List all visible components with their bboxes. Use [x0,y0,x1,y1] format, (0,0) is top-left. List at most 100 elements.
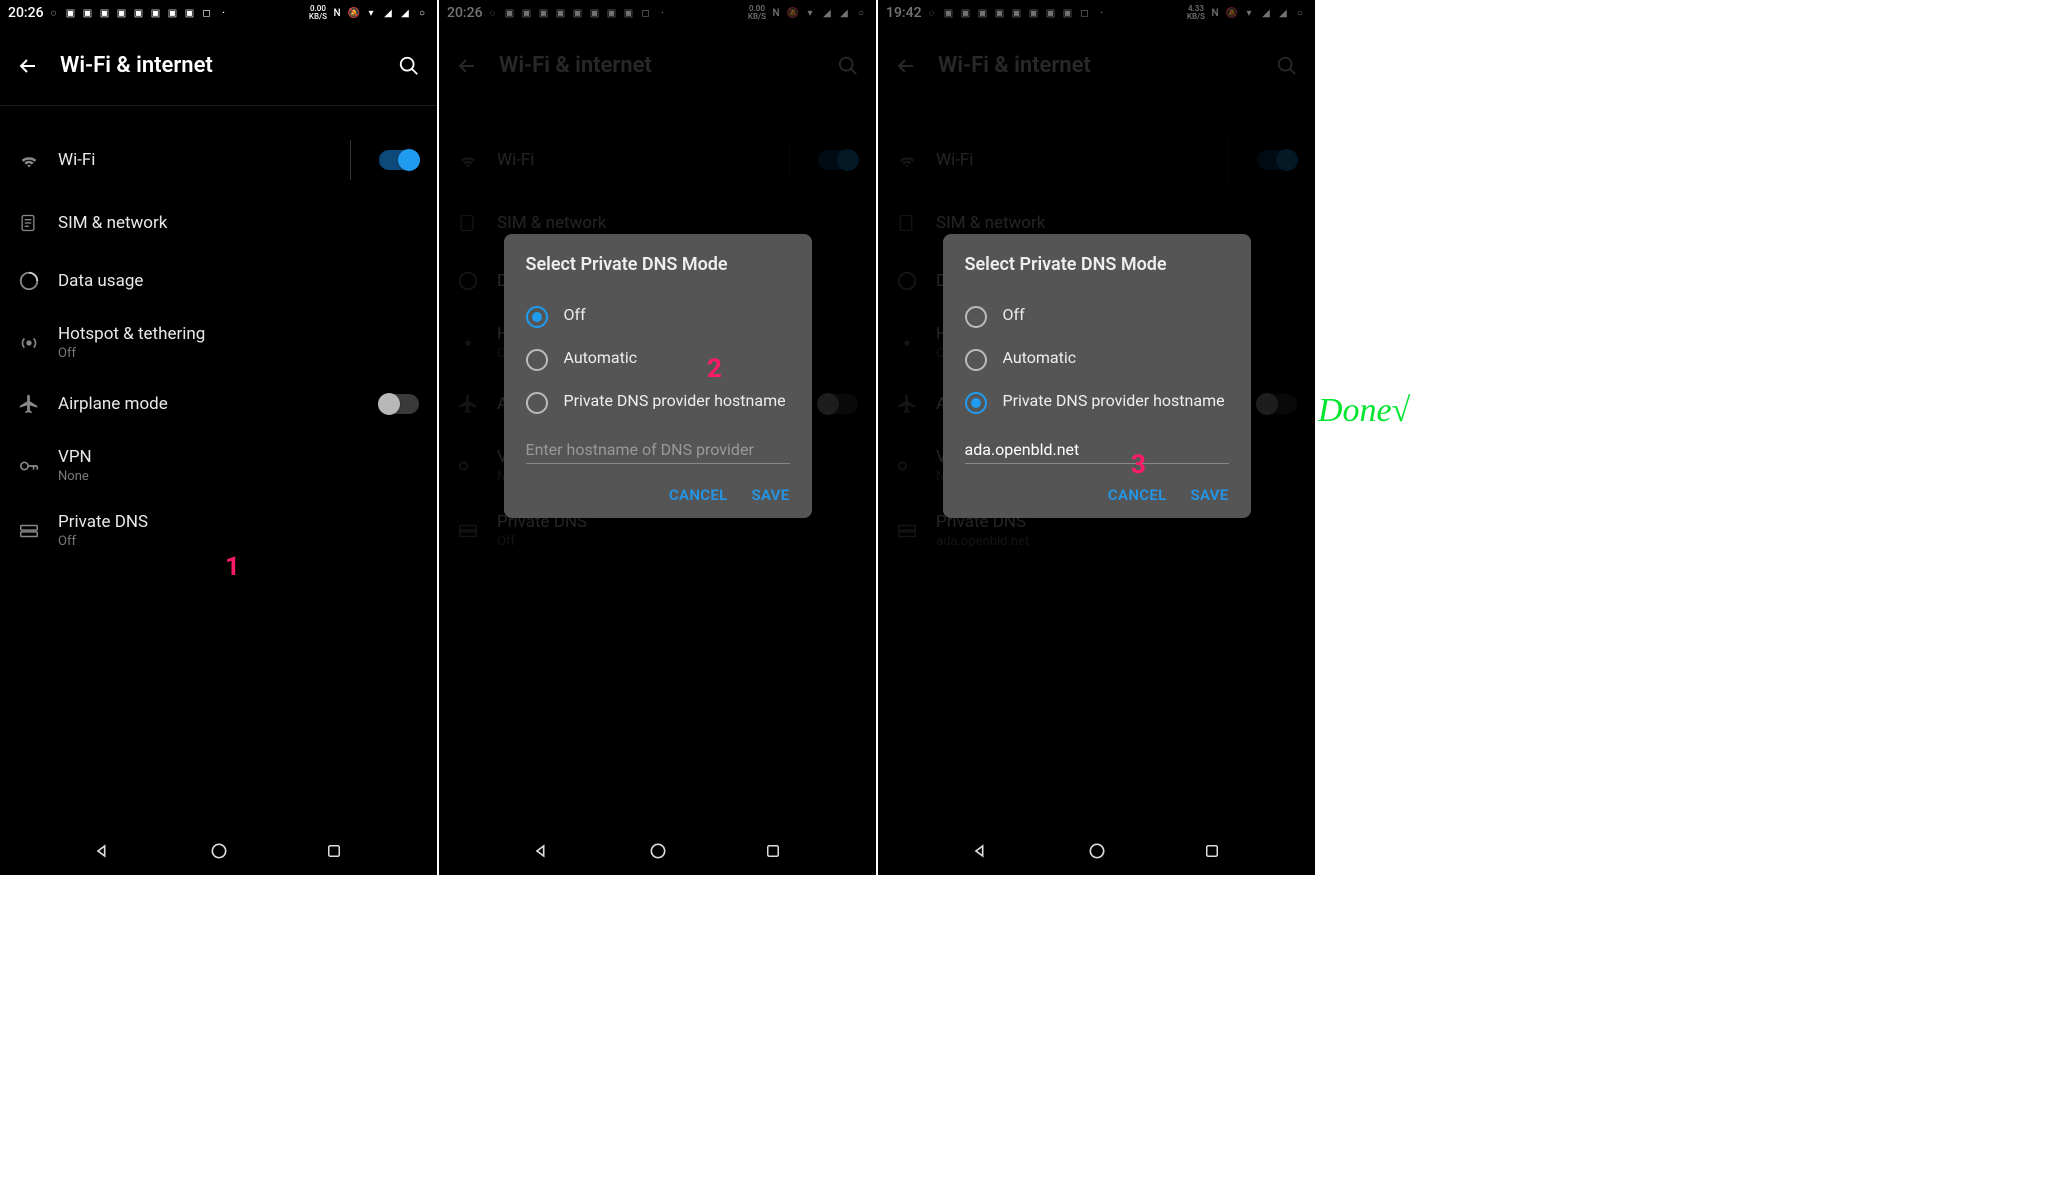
wifi-toggle [1257,150,1297,170]
row-sub: None [58,469,419,484]
settings-list: Wi-Fi SIM & network Data usage Hotspot &… [0,106,437,563]
signal-icon: ◢ [381,6,395,20]
hostname-input[interactable]: Enter hostname of DNS provider [526,434,790,464]
notif-icon: ▣ [115,6,129,20]
phone-screen-1: 20:26 ◌ ▣ ▣ ▣ ▣ ▣ ▣ ▣ ▣ ◻ · 0.00KB/S N 🔕… [0,0,437,875]
notif-icon: ▣ [520,6,534,20]
cancel-button[interactable]: CANCEL [1108,486,1167,504]
status-bar: 20:26 ◌ ▣ ▣ ▣ ▣ ▣ ▣ ▣ ▣ ◻ · 0.00KB/S N 🔕… [439,0,876,26]
hostname-input[interactable]: ada.openbld.net [965,434,1229,464]
wifi-icon: ▾ [1242,6,1256,20]
nav-back[interactable] [90,838,116,864]
row-wifi[interactable]: Wi-Fi [0,126,437,194]
nav-back[interactable] [529,838,555,864]
search-button [1273,52,1301,80]
radio-option-off[interactable]: Off [526,295,790,338]
nfc-icon: N [330,6,344,20]
radio-option-hostname[interactable]: Private DNS provider hostname [965,381,1229,424]
nav-home[interactable] [645,838,671,864]
mute-icon: 🔕 [1225,6,1239,20]
radio-label: Private DNS provider hostname [1003,391,1225,411]
hotspot-icon [18,332,40,354]
wifi-icon: ▾ [803,6,817,20]
divider [350,140,351,180]
notif-icon: ▣ [81,6,95,20]
private-dns-dialog: Select Private DNS Mode Off Automatic Pr… [943,234,1251,518]
nav-recent[interactable] [760,838,786,864]
radio-option-off[interactable]: Off [965,295,1229,338]
page-title: Wi-Fi & internet [60,53,395,78]
nfc-icon: N [1208,6,1222,20]
radio-icon [965,306,987,328]
nav-bar [0,827,437,875]
radio-option-automatic[interactable]: Automatic [965,338,1229,381]
header: Wi-Fi & internet [0,26,437,106]
wifi-icon [18,149,40,171]
nav-home[interactable] [1084,838,1110,864]
phone-screen-2: 20:26 ◌ ▣ ▣ ▣ ▣ ▣ ▣ ▣ ▣ ◻ · 0.00KB/S N 🔕… [439,0,876,875]
dialog-title: Select Private DNS Mode [526,254,790,275]
data-usage-icon [457,270,479,292]
row-wifi: Wi-Fi [439,126,876,194]
dns-icon [457,520,479,542]
search-button[interactable] [395,52,423,80]
status-bar: 20:26 ◌ ▣ ▣ ▣ ▣ ▣ ▣ ▣ ▣ ◻ · 0.00KB/S N 🔕… [0,0,437,26]
dialog-title: Select Private DNS Mode [965,254,1229,275]
row-private-dns[interactable]: Private DNS Off [0,498,437,563]
notif-icon: ▣ [537,6,551,20]
notif-icon: ▣ [976,6,990,20]
vpn-icon [896,455,918,477]
notif-icon: ▣ [942,6,956,20]
row-data[interactable]: Data usage [0,252,437,310]
airplane-toggle [818,394,858,414]
mute-icon: 🔕 [347,6,361,20]
more-icon: · [1095,6,1109,20]
battery-icon: ○ [1293,6,1307,20]
row-label: Wi-Fi [58,150,350,170]
nav-home[interactable] [206,838,232,864]
airplane-toggle[interactable] [379,394,419,414]
row-airplane[interactable]: Airplane mode [0,375,437,433]
nav-bar [439,827,876,875]
signal-icon: ◢ [1276,6,1290,20]
back-button[interactable] [14,52,42,80]
save-button[interactable]: SAVE [1191,486,1229,504]
signal-icon: ◢ [1259,6,1273,20]
radio-label: Off [564,305,586,325]
row-sim[interactable]: SIM & network [0,194,437,252]
nav-recent[interactable] [1199,838,1225,864]
notif-icon: ▣ [554,6,568,20]
nav-recent[interactable] [321,838,347,864]
notif-icon: ▣ [1061,6,1075,20]
vpn-icon [457,455,479,477]
data-rate: 0.00KB/S [309,5,327,21]
dns-icon [896,520,918,542]
sim-icon [18,213,38,233]
radio-label: Automatic [1003,348,1077,368]
row-hotspot[interactable]: Hotspot & tetheringOff [0,310,437,375]
row-sub: Off [58,534,419,549]
save-button[interactable]: SAVE [752,486,790,504]
data-usage-icon [896,270,918,292]
back-button [892,52,920,80]
more-icon: · [656,6,670,20]
airplane-icon [457,393,479,415]
row-label: Private DNS [58,512,419,532]
sim-icon [457,213,477,233]
wifi-toggle[interactable] [379,150,419,170]
notif-icon: ▣ [503,6,517,20]
notif-icon: ▣ [132,6,146,20]
nfc-icon: N [769,6,783,20]
cancel-button[interactable]: CANCEL [669,486,728,504]
battery-icon: ○ [415,6,429,20]
mute-icon: 🔕 [786,6,800,20]
notif-icon: ◌ [47,6,61,20]
row-wifi: Wi-Fi [878,126,1315,194]
notif-icon: ▣ [1044,6,1058,20]
radio-option-hostname[interactable]: Private DNS provider hostname [526,381,790,424]
nav-back[interactable] [968,838,994,864]
radio-option-automatic[interactable]: Automatic [526,338,790,381]
radio-icon [965,392,987,414]
notif-icon: ▣ [149,6,163,20]
row-vpn[interactable]: VPNNone [0,433,437,498]
